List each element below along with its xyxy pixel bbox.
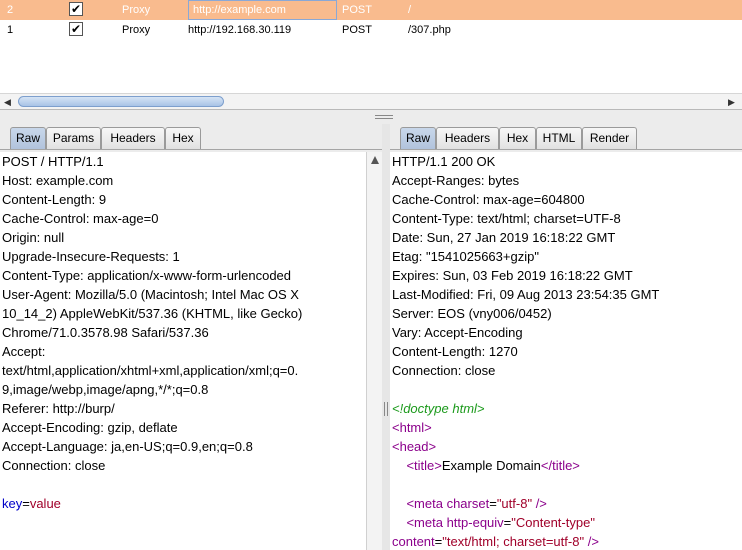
tab-raw[interactable]: Raw — [10, 127, 46, 149]
meta-value: "text/html; charset=utf-8" — [442, 534, 585, 549]
html-tag: <html> — [392, 420, 432, 435]
request-header-upgrade: Upgrade-Insecure-Requests: 1 — [2, 249, 180, 264]
response-header: Last-Modified: Fri, 09 Aug 2013 23:54:35… — [392, 287, 660, 302]
request-line: POST / HTTP/1.1 — [2, 154, 104, 169]
row-tool: Proxy — [122, 24, 151, 36]
row-method: POST — [342, 24, 372, 36]
pane-divider[interactable] — [382, 124, 390, 550]
scrollbar-thumb[interactable] — [18, 96, 224, 107]
tab-hex[interactable]: Hex — [499, 127, 536, 149]
request-body: key=value — [2, 494, 366, 513]
table-row[interactable]: 1 ✔ Proxy http://192.168.30.119 POST /30… — [0, 20, 742, 40]
html-doctype: <!doctype html> — [392, 399, 742, 418]
row-tool: Proxy — [122, 4, 151, 16]
body-param-eq: = — [22, 496, 30, 511]
response-pane: Raw Headers Hex HTML Render HTTP/1.1 200… — [390, 124, 742, 550]
meta-attr: content — [392, 534, 435, 549]
request-header-accept-language: Accept-Language: ja,en-US;q=0.9,en;q=0.8 — [2, 439, 253, 454]
response-tab-bar: Raw Headers Hex HTML Render — [390, 124, 742, 150]
scroll-up-arrow-icon[interactable] — [371, 156, 379, 164]
request-header-accept-encoding: Accept-Encoding: gzip, deflate — [2, 420, 178, 435]
scroll-right-arrow-icon[interactable]: ▶ — [728, 97, 735, 108]
title-line: <title>Example Domain</title> — [392, 456, 742, 475]
request-header-referer: Referer: http://burp/ — [2, 401, 115, 416]
head-open: <head> — [392, 437, 742, 456]
table-row[interactable]: 2 ✔ Proxy http://example.com POST / — [0, 0, 742, 20]
response-header: Content-Type: text/html; charset=UTF-8 — [392, 211, 621, 226]
request-header-origin: Origin: null — [2, 230, 65, 245]
meta-attr: charset — [446, 496, 490, 511]
tab-headers[interactable]: Headers — [436, 127, 499, 149]
row-checkbox[interactable]: ✔ — [69, 22, 83, 36]
history-table: 2 ✔ Proxy http://example.com POST / 1 ✔ … — [0, 0, 742, 110]
response-header: Vary: Accept-Encoding — [392, 325, 523, 340]
tab-headers[interactable]: Headers — [101, 127, 165, 149]
body-param-value: value — [29, 496, 61, 511]
request-header-user-agent-cont: 10_14_2) AppleWebKit/537.36 (KHTML, like… — [2, 306, 303, 321]
response-blank-line — [392, 380, 742, 399]
row-number: 1 — [7, 24, 14, 36]
row-url: /307.php — [408, 24, 451, 36]
html-blank-line — [392, 475, 742, 494]
request-tab-bar: Raw Params Headers Hex — [0, 124, 382, 150]
response-viewer[interactable]: HTTP/1.1 200 OK Accept-Ranges: bytes Cac… — [390, 152, 742, 550]
tab-raw[interactable]: Raw — [400, 127, 436, 149]
response-header: Server: EOS (vny006/0452) — [392, 306, 552, 321]
request-editor[interactable]: POST / HTTP/1.1 Host: example.com Conten… — [0, 152, 366, 550]
tab-html[interactable]: HTML — [536, 127, 582, 149]
tab-render[interactable]: Render — [582, 127, 637, 149]
scroll-left-arrow-icon[interactable]: ◀ — [4, 97, 11, 108]
head-tag: <head> — [392, 439, 437, 454]
response-header: Cache-Control: max-age=604800 — [392, 192, 585, 207]
response-header: Etag: "1541025663+gzip" — [392, 249, 539, 264]
row-number: 2 — [7, 4, 14, 16]
response-header: Expires: Sun, 03 Feb 2019 16:18:22 GMT — [392, 268, 633, 283]
request-header-connection: Connection: close — [2, 458, 106, 473]
request-header-content-length: Content-Length: 9 — [2, 192, 107, 207]
request-header-user-agent-cont: Chrome/71.0.3578.98 Safari/537.36 — [2, 325, 209, 340]
request-header-cache-control: Cache-Control: max-age=0 — [2, 211, 159, 226]
meta-value: "Content-type" — [511, 515, 595, 530]
meta-value: "utf-8" — [496, 496, 533, 511]
request-pane: Raw Params Headers Hex POST / HTTP/1.1 H… — [0, 124, 382, 550]
request-header-host: Host: example.com — [2, 173, 114, 188]
row-host: http://192.168.30.119 — [188, 24, 292, 36]
row-url: / — [408, 4, 412, 16]
request-header-accept-cont: 9,image/webp,image/apng,*/*;q=0.8 — [2, 382, 209, 397]
response-status-line: HTTP/1.1 200 OK — [392, 154, 496, 169]
row-host-editor[interactable]: http://example.com — [188, 0, 337, 20]
history-horizontal-scrollbar[interactable]: ◀ ▶ — [0, 93, 742, 109]
title-text: Example Domain — [441, 458, 541, 473]
row-method: POST — [342, 4, 372, 16]
tab-hex[interactable]: Hex — [165, 127, 201, 149]
request-header-accept: Accept: — [2, 344, 46, 359]
tab-params[interactable]: Params — [46, 127, 101, 149]
row-checkbox[interactable]: ✔ — [69, 2, 83, 16]
split-pane-handle[interactable] — [375, 115, 393, 121]
meta-content-line: content="text/html; charset=utf-8" /> — [392, 534, 599, 549]
meta-end: /> — [587, 534, 599, 549]
meta-tag: <meta — [406, 496, 443, 511]
meta-tag: <meta — [406, 515, 443, 530]
doctype-text: <!doctype html> — [392, 401, 485, 416]
meta-http-equiv-line: <meta http-equiv="Content-type" — [406, 515, 595, 530]
request-header-user-agent: User-Agent: Mozilla/5.0 (Macintosh; Inte… — [2, 287, 299, 302]
request-blank-line — [2, 475, 366, 494]
response-header: Accept-Ranges: bytes — [392, 173, 520, 188]
body-param-key: key — [2, 496, 23, 511]
meta-charset-line: <meta charset="utf-8" /> — [406, 496, 547, 511]
title-open-tag: <title> — [406, 458, 442, 473]
request-vertical-scrollbar[interactable] — [366, 152, 382, 550]
meta-attr: http-equiv — [446, 515, 504, 530]
response-header: Date: Sun, 27 Jan 2019 16:18:22 GMT — [392, 230, 616, 245]
response-header: Connection: close — [392, 363, 496, 378]
meta-end: /> — [535, 496, 547, 511]
divider-grip-icon[interactable] — [384, 402, 388, 416]
request-header-accept-cont: text/html,application/xhtml+xml,applicat… — [2, 363, 299, 378]
html-open: <html> — [392, 418, 742, 437]
request-header-content-type: Content-Type: application/x-www-form-url… — [2, 268, 292, 283]
response-header: Content-Length: 1270 — [392, 344, 518, 359]
title-close-tag: </title> — [540, 458, 580, 473]
